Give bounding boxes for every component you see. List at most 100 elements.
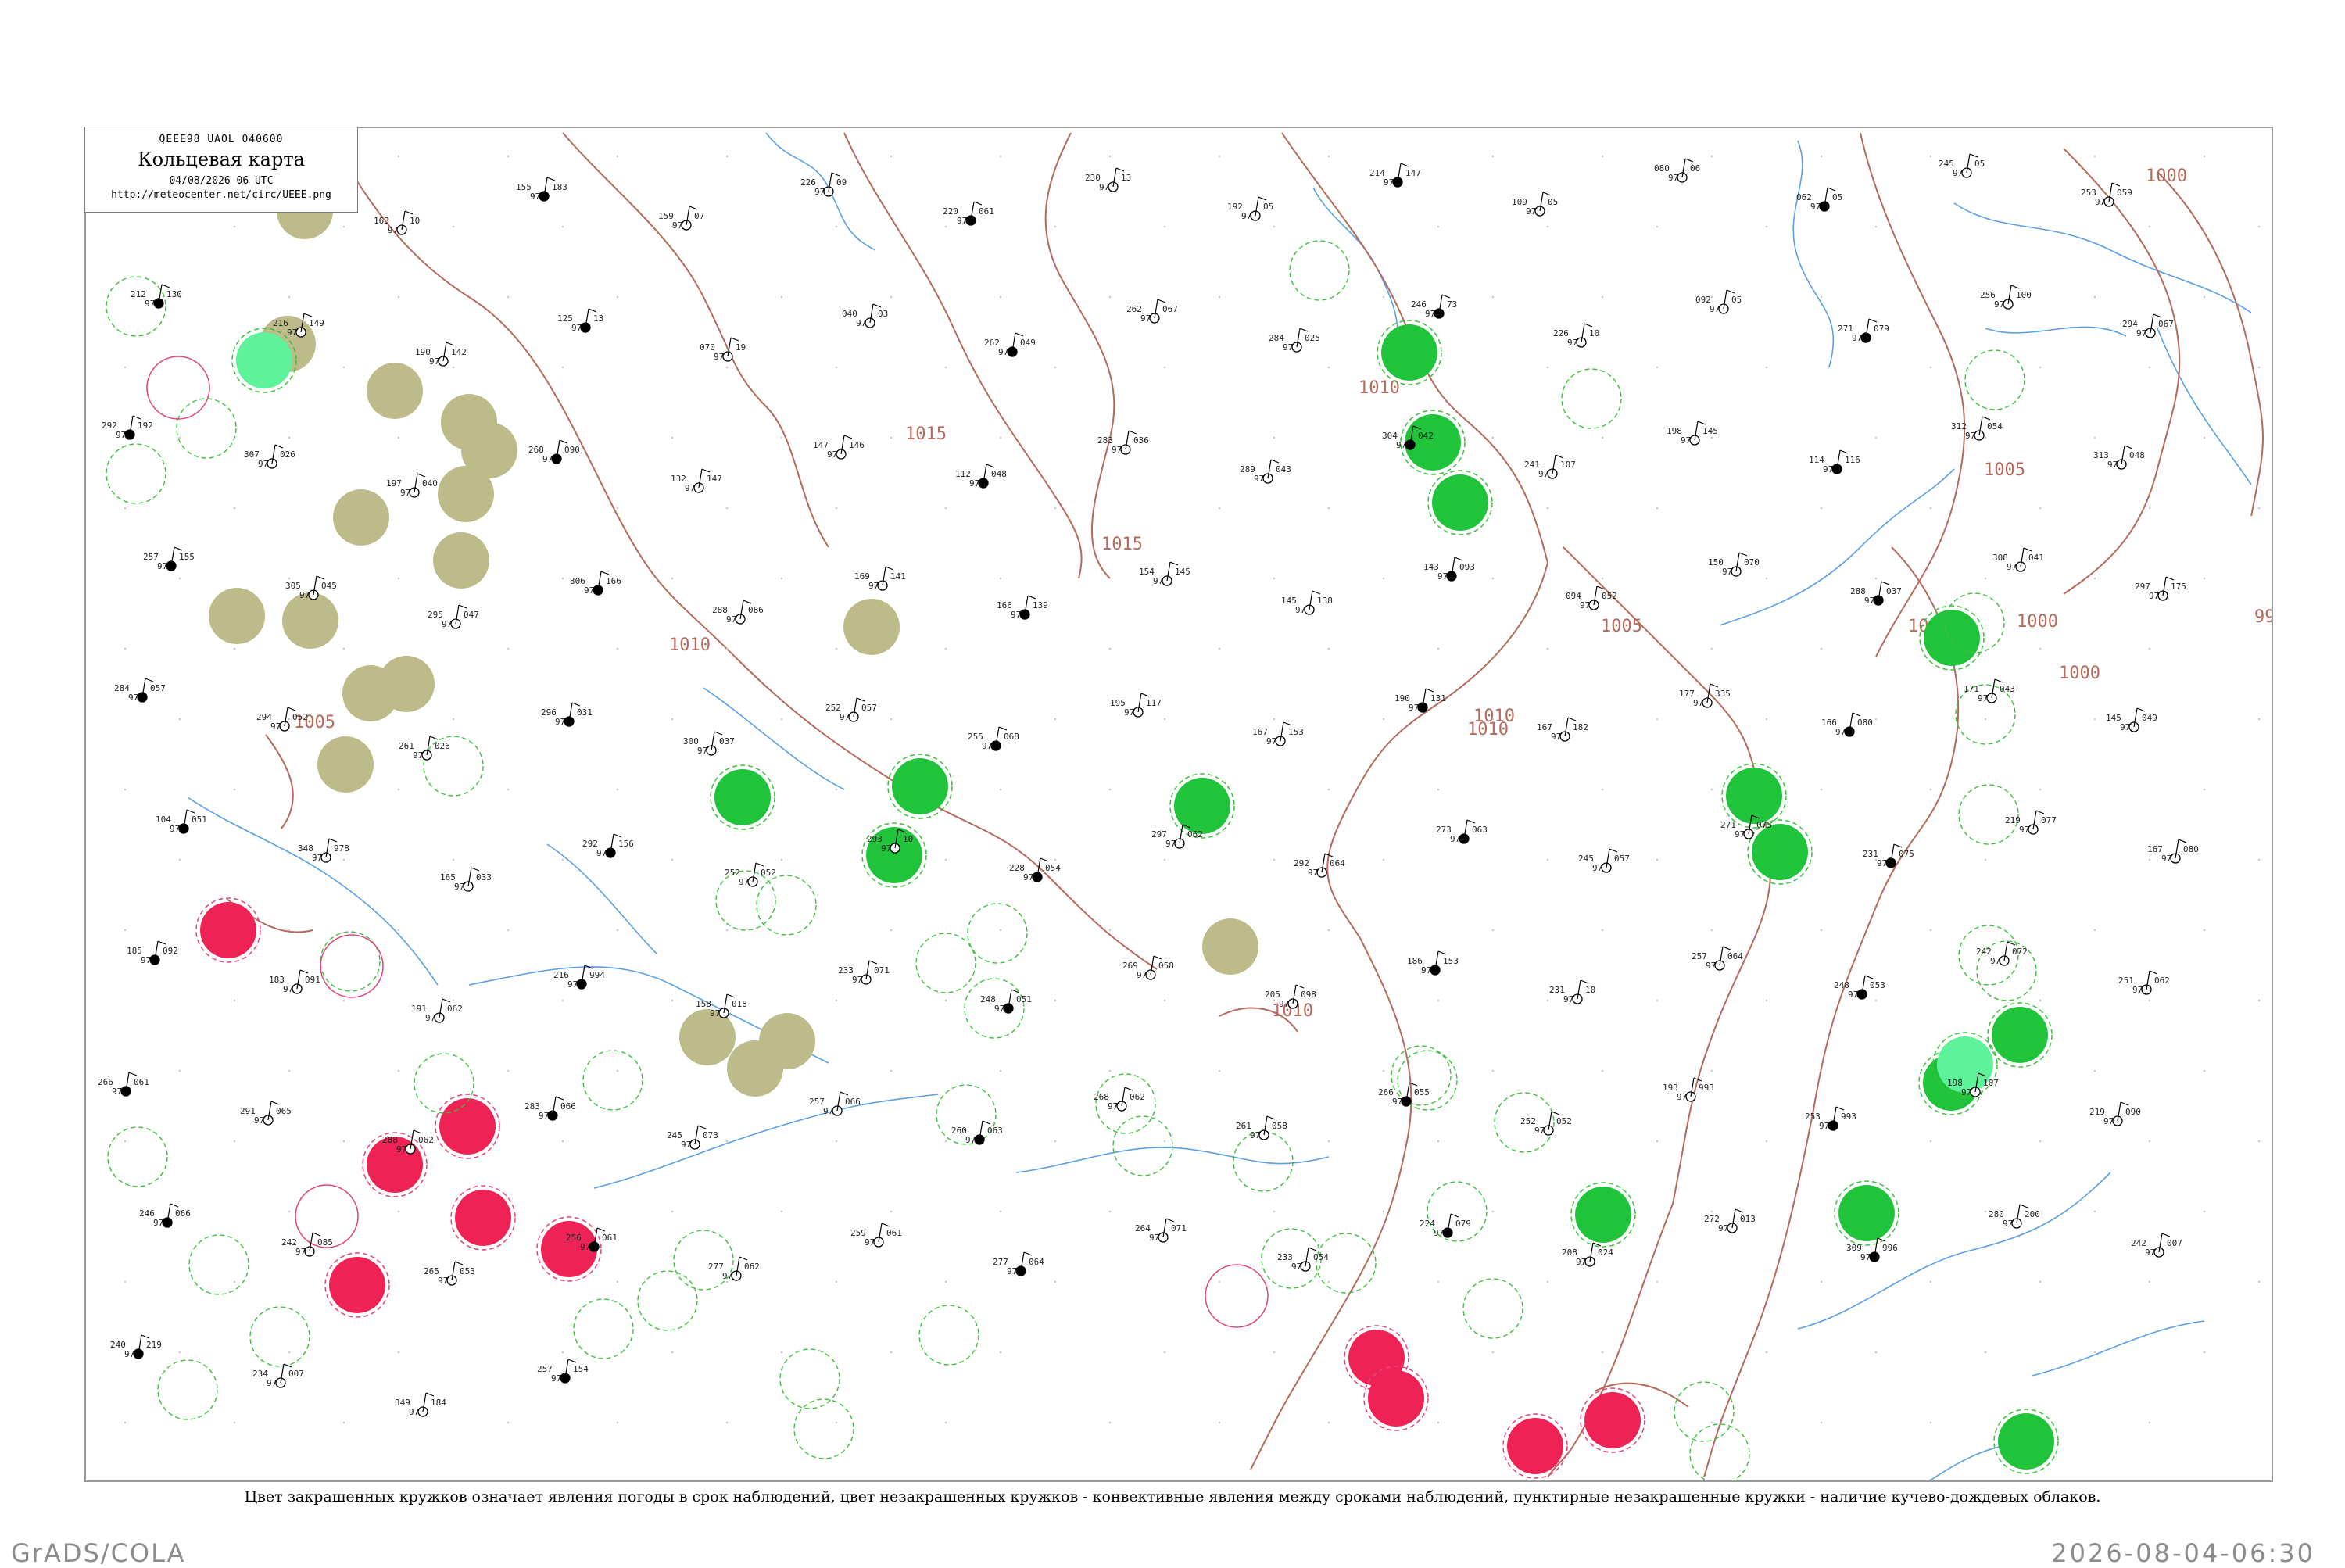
- station-plot: 262 067 97: [1126, 299, 1178, 324]
- weather-circle-drizzle: [231, 328, 297, 393]
- river: [1015, 1147, 1330, 1173]
- grid-dot: [1546, 647, 1549, 650]
- grid-dot: [944, 1140, 947, 1143]
- station-dewpoint-block: 97: [258, 459, 268, 469]
- station-temperature: 226: [800, 177, 816, 188]
- station-pressure: 153: [1443, 956, 1459, 966]
- station-pressure: 219: [146, 1340, 162, 1350]
- grid-dot: [1710, 1210, 1713, 1213]
- grid-dot: [288, 1069, 291, 1072]
- station-pressure: 13: [593, 313, 603, 324]
- grid-dot: [1546, 1280, 1549, 1283]
- station-dewpoint-block: 97: [287, 328, 297, 338]
- station-plot: 104 05197: [156, 809, 207, 834]
- grid-dot: [1491, 295, 1495, 299]
- station-plot: 268 062 97: [1094, 1087, 1145, 1112]
- isobar: [1044, 132, 1115, 579]
- grid-dot: [1054, 366, 1057, 369]
- station-temperature: 241: [1524, 460, 1540, 470]
- grid-dot: [2203, 436, 2206, 439]
- station-pressure: 098: [1301, 990, 1316, 1000]
- station-temperature: 231: [1863, 849, 1878, 859]
- station-plot: 284 05797: [114, 678, 166, 703]
- cumulonimbus-ring: [918, 1305, 979, 1366]
- station-plot: 241 107 97: [1524, 454, 1576, 479]
- grid-dot: [1929, 929, 1932, 932]
- station-temperature: 145: [2106, 713, 2121, 723]
- station-pressure: 182: [1573, 722, 1588, 732]
- station-plot: 271 079 97: [1838, 318, 1889, 343]
- station-temperature: 248: [980, 994, 996, 1004]
- station-plot: 295 047 97: [428, 604, 479, 629]
- grid-dot: [835, 1421, 838, 1424]
- grid-dot: [452, 858, 455, 861]
- grid-dot: [1108, 788, 1112, 791]
- station-dewpoint-block: 97: [1099, 182, 1109, 192]
- station-plot: 251 062 97: [2118, 970, 2170, 995]
- grid-dot: [507, 155, 510, 158]
- grid-dot: [178, 718, 181, 721]
- station-plot: 246 066 97: [139, 1203, 191, 1228]
- station-pressure: 073: [703, 1130, 718, 1140]
- station-pressure: 064: [1727, 951, 1743, 961]
- station-temperature: 167: [1252, 727, 1268, 737]
- station-pressure: 061: [979, 206, 994, 217]
- grid-dot: [616, 1280, 619, 1283]
- grid-dot: [1218, 155, 1221, 158]
- grid-dot: [178, 858, 181, 861]
- grid-dot: [1820, 1421, 1823, 1424]
- grid-dot: [1601, 1351, 1604, 1354]
- station-dewpoint-block: 97: [429, 356, 439, 367]
- station-dewpoint-block: 97: [710, 1008, 720, 1018]
- station-temperature: 288: [382, 1135, 398, 1145]
- grid-dot: [507, 1421, 510, 1424]
- station-pressure: 090: [564, 445, 580, 455]
- station-pressure: 03: [878, 309, 888, 319]
- grid-dot: [780, 436, 783, 439]
- station-pressure: 184: [431, 1398, 446, 1408]
- grid-dot: [944, 647, 947, 650]
- station-dewpoint-block: 97: [551, 1373, 561, 1384]
- grid-dot: [452, 999, 455, 1002]
- station-plot: 277 064 97: [993, 1251, 1044, 1276]
- station-temperature: 262: [984, 338, 1000, 348]
- station-plot: 260 063 97: [951, 1120, 1003, 1145]
- weather-circle-fog: [759, 1013, 815, 1069]
- station-dewpoint-block: 97: [1254, 474, 1264, 484]
- station-dewpoint-block: 97: [1735, 829, 1745, 839]
- station-plot: 224 07997: [1420, 1213, 1471, 1238]
- station-plot: 092 05 97: [1695, 289, 1742, 314]
- station-plot: 185 092 97: [127, 940, 178, 965]
- grid-dot: [507, 788, 510, 791]
- station-pressure: 166: [606, 576, 621, 586]
- bulletin-code: QEEE98 UAOL 040600: [159, 134, 284, 145]
- isobar: [1326, 562, 1548, 939]
- station-pressure: 080: [2183, 844, 2199, 854]
- station-plot: 226 09 97: [800, 172, 847, 197]
- weather-circle-thunderstorm: [435, 1094, 500, 1159]
- station-dewpoint-block: 97: [1279, 999, 1289, 1009]
- station-pressure: 138: [1317, 596, 1333, 606]
- grid-dot: [835, 999, 838, 1002]
- station-plot: 245 05 97: [1939, 153, 1985, 178]
- station-pressure: 048: [991, 469, 1007, 479]
- grid-dot: [1437, 1140, 1440, 1143]
- grid-dot: [507, 1069, 510, 1072]
- station-plot: 309 996 97: [1846, 1237, 1898, 1262]
- station-pressure: 052: [292, 712, 308, 722]
- station-dewpoint-block: 97: [2145, 1248, 2155, 1258]
- station-temperature: 271: [1720, 820, 1736, 830]
- grid-dot: [1601, 1069, 1604, 1072]
- station-temperature: 190: [1394, 693, 1410, 703]
- river: [2032, 1320, 2205, 1376]
- station-temperature: 112: [955, 469, 971, 479]
- grid-dot: [233, 1421, 236, 1424]
- station-dewpoint-block: 97: [814, 187, 825, 197]
- station-dewpoint-block: 97: [396, 1144, 406, 1155]
- grid-dot: [1874, 436, 1878, 439]
- source-url[interactable]: http://meteocenter.net/circ/UEEE.png: [85, 189, 357, 201]
- grid-dot: [999, 295, 1002, 299]
- grid-dot: [1491, 436, 1495, 439]
- station-dewpoint-block: 97: [2007, 562, 2017, 572]
- station-pressure: 085: [317, 1237, 333, 1248]
